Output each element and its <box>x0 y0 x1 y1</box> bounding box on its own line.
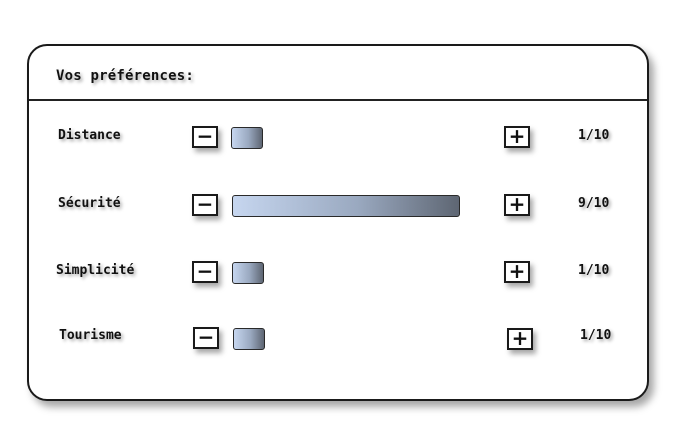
level-bar-fill <box>232 262 264 284</box>
preference-label: Sécurité <box>58 196 121 211</box>
preference-label: Tourisme <box>59 328 122 343</box>
minus-icon: − <box>197 325 215 349</box>
preference-score: 1/10 <box>580 328 612 343</box>
level-bar-fill <box>232 195 460 217</box>
increase-button[interactable]: + <box>507 328 533 350</box>
panel-header: Vos préférences: <box>29 46 647 101</box>
level-bar-track <box>231 127 459 149</box>
preference-label: Distance <box>58 128 121 143</box>
preference-row-tourisme: Tourisme − + 1/10 <box>29 324 647 358</box>
panel-title: Vos préférences: <box>56 68 195 84</box>
minus-icon: − <box>196 192 214 216</box>
level-bar-track <box>232 262 460 284</box>
decrease-button[interactable]: − <box>192 126 218 148</box>
preferences-panel: Vos préférences: Distance − + 1/10 Sécur… <box>27 44 649 401</box>
increase-button[interactable]: + <box>504 261 530 283</box>
preference-row-distance: Distance − + 1/10 <box>29 124 647 158</box>
level-bar-fill <box>233 328 265 350</box>
plus-icon: + <box>511 326 529 350</box>
preference-row-simplicite: Simplicité − + 1/10 <box>29 259 647 293</box>
plus-icon: + <box>508 259 526 283</box>
preference-score: 1/10 <box>578 263 610 278</box>
decrease-button[interactable]: − <box>193 327 219 349</box>
plus-icon: + <box>508 192 526 216</box>
minus-icon: − <box>196 259 214 283</box>
preference-score: 1/10 <box>578 128 610 143</box>
decrease-button[interactable]: − <box>192 194 218 216</box>
level-bar-track <box>232 195 460 217</box>
decrease-button[interactable]: − <box>192 261 218 283</box>
increase-button[interactable]: + <box>504 126 530 148</box>
plus-icon: + <box>508 124 526 148</box>
preference-score: 9/10 <box>578 196 610 211</box>
preference-label: Simplicité <box>56 263 135 278</box>
level-bar-track <box>233 328 461 350</box>
increase-button[interactable]: + <box>504 194 530 216</box>
minus-icon: − <box>196 124 214 148</box>
preference-row-securite: Sécurité − + 9/10 <box>29 192 647 226</box>
level-bar-fill <box>231 127 263 149</box>
